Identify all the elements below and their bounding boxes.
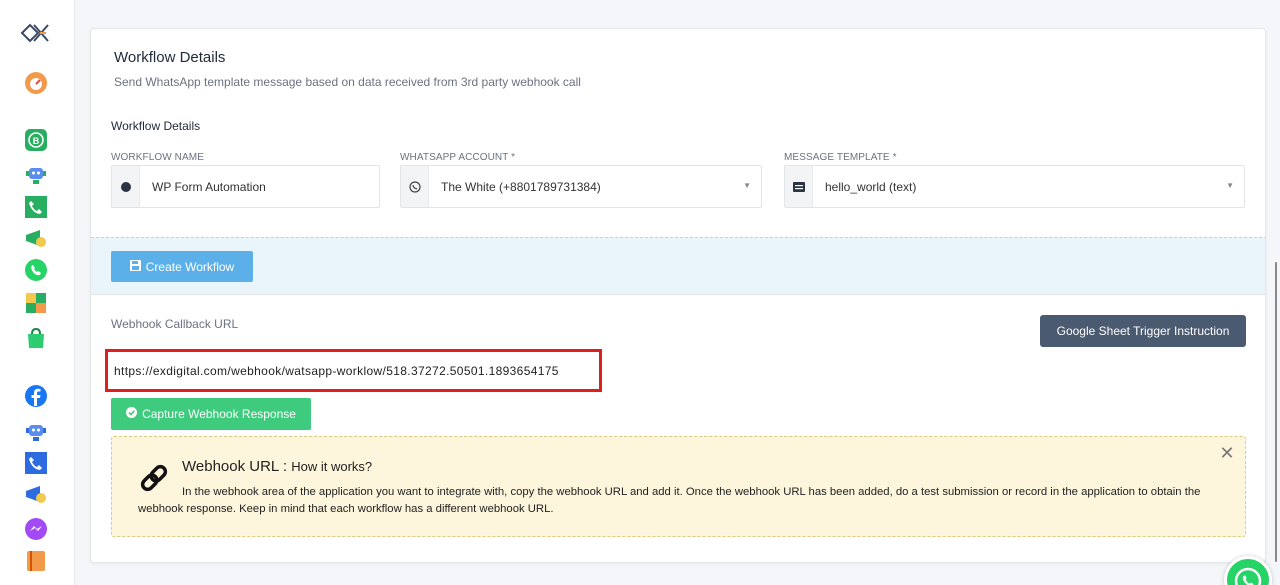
webhook-callback-label: Webhook Callback URL (111, 317, 239, 331)
workflow-card: Workflow Details Send WhatsApp template … (90, 28, 1266, 563)
page-subtitle: Send WhatsApp template message based on … (114, 75, 581, 89)
workflow-name-label: WORKFLOW NAME (111, 152, 204, 163)
puzzle-icon[interactable] (24, 291, 48, 315)
phone-icon[interactable] (24, 451, 48, 475)
call-icon[interactable] (24, 195, 48, 219)
webhook-url-value: https://exdigital.com/webhook/watsapp-wo… (114, 363, 559, 378)
message-template-value: hello_world (text) (825, 179, 917, 194)
google-sheet-instruction-button[interactable]: Google Sheet Trigger Instruction (1040, 315, 1246, 347)
dot-icon (112, 166, 140, 207)
webhook-url-field[interactable]: https://exdigital.com/webhook/watsapp-wo… (105, 349, 602, 392)
info-title-main: Webhook URL : (182, 458, 288, 475)
whatsapp-account-label: WHATSAPP ACCOUNT * (400, 152, 516, 163)
workflow-name-value: WP Form Automation (152, 179, 266, 194)
logo-icon[interactable] (18, 20, 54, 46)
svg-text:B: B (33, 136, 40, 146)
campaign-icon[interactable] (24, 227, 48, 251)
whatsapp-icon[interactable] (24, 258, 48, 282)
dashboard-icon[interactable] (24, 71, 48, 95)
section-title: Workflow Details (111, 119, 201, 133)
action-band: Create Workflow (91, 237, 1265, 295)
messenger-icon[interactable] (24, 517, 48, 541)
save-icon (129, 259, 141, 274)
sidebar: B (0, 0, 75, 585)
shop-icon[interactable] (24, 326, 48, 350)
workflow-name-field[interactable]: WP Form Automation (111, 165, 380, 208)
message-template-select[interactable]: hello_world (text) ▼ (784, 165, 1245, 208)
check-circle-icon (126, 407, 138, 421)
info-title-sub: How it works? (291, 459, 373, 474)
bot-icon[interactable] (24, 162, 48, 186)
webhook-info-alert: Webhook URL : How it works? In the webho… (111, 436, 1246, 537)
book-icon[interactable] (24, 549, 48, 573)
whatsapp-account-value: The White (+8801789731384) (441, 179, 601, 194)
messenger-bot-icon[interactable] (24, 419, 48, 443)
whatsapp-outline-icon (401, 166, 429, 207)
whatsapp-account-select[interactable]: The White (+8801789731384) ▼ (400, 165, 762, 208)
capture-webhook-button[interactable]: Capture Webhook Response (111, 398, 311, 430)
create-workflow-label: Create Workflow (145, 259, 235, 274)
scrollbar-thumb[interactable] (1275, 262, 1277, 562)
whatsapp-business-icon[interactable]: B (24, 128, 48, 152)
close-icon[interactable]: ✕ (1219, 444, 1235, 462)
create-workflow-button[interactable]: Create Workflow (111, 251, 253, 282)
info-title: Webhook URL : How it works? (182, 458, 372, 475)
page-scrollbar[interactable] (1272, 0, 1280, 585)
message-template-label: MESSAGE TEMPLATE * (784, 152, 897, 163)
facebook-icon[interactable] (24, 384, 48, 408)
info-text: In the webhook area of the application y… (138, 486, 1201, 515)
page-title: Workflow Details (114, 49, 226, 66)
chevron-down-icon: ▼ (743, 181, 751, 190)
broadcast-icon[interactable] (24, 483, 48, 507)
capture-webhook-label: Capture Webhook Response (142, 407, 296, 421)
template-icon (785, 166, 813, 207)
chevron-down-icon: ▼ (1226, 181, 1234, 190)
